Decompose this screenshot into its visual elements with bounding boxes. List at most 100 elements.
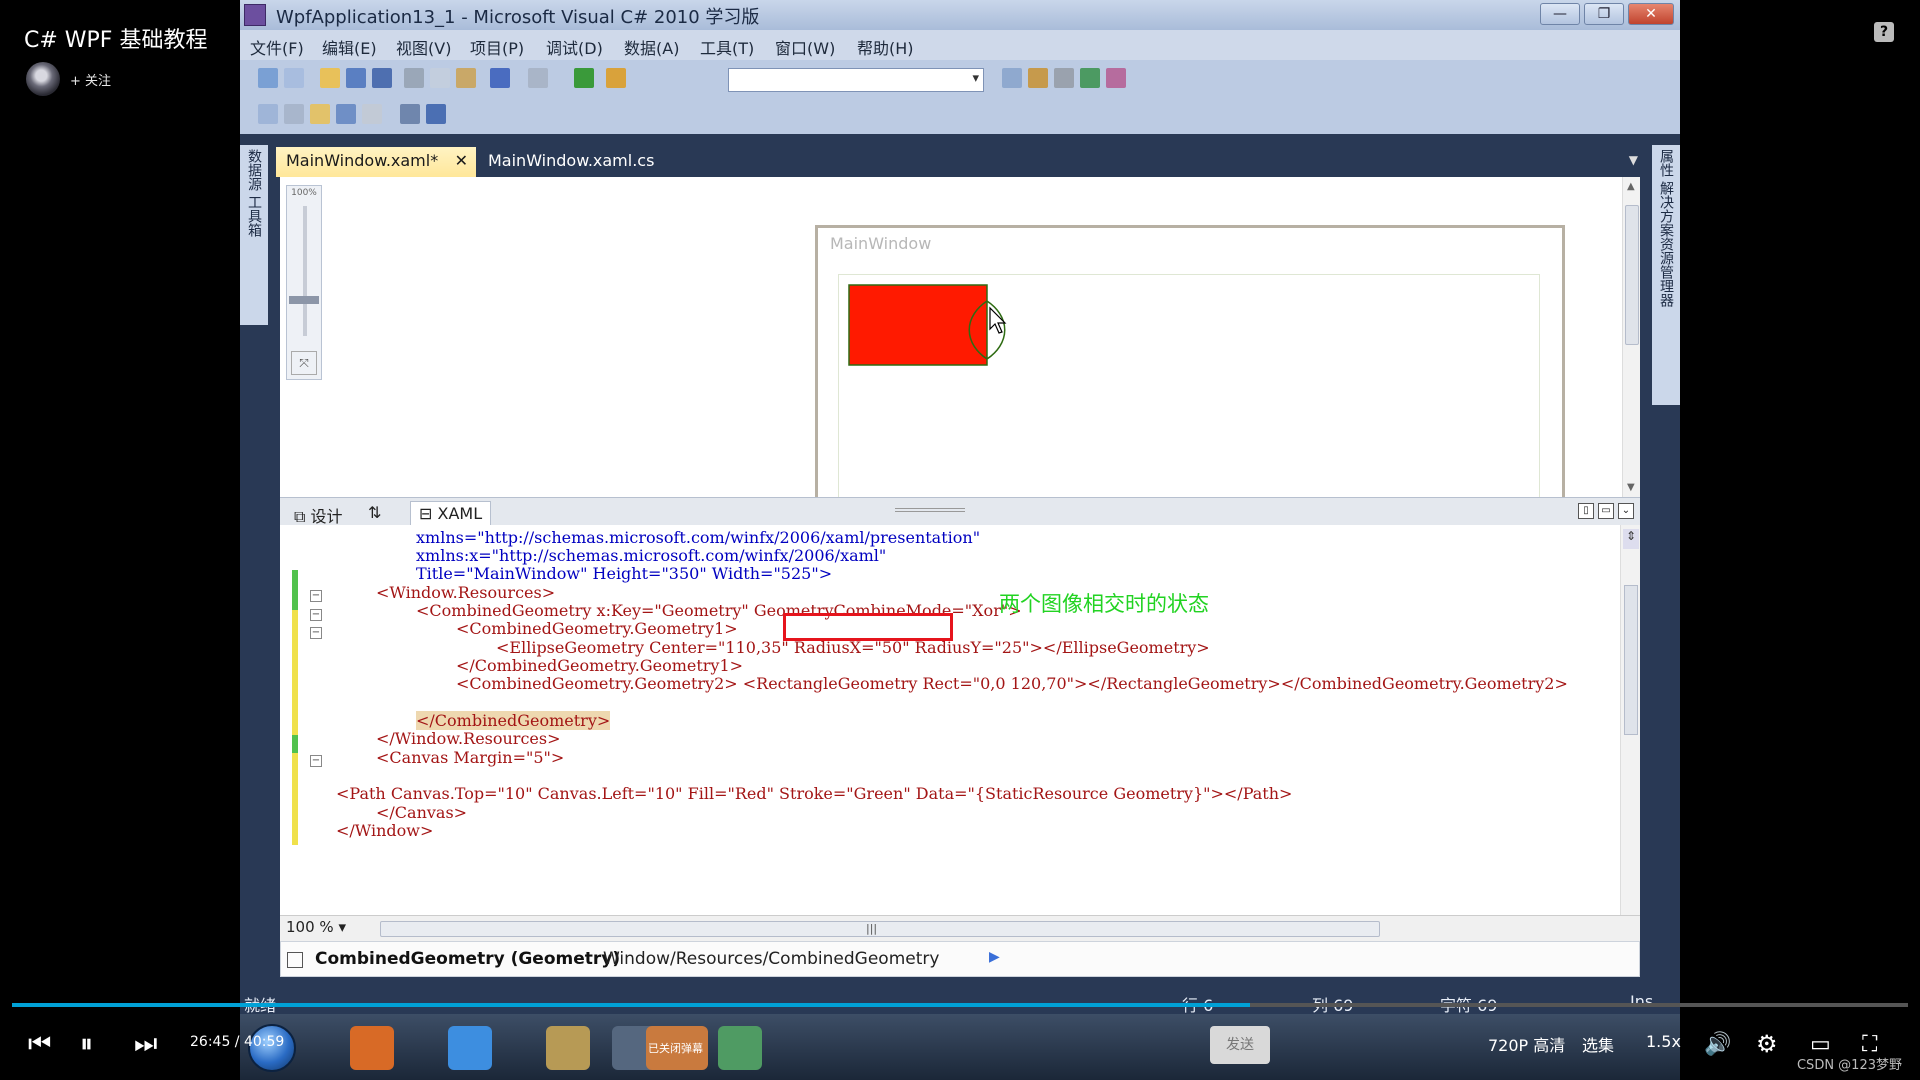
start-page-icon[interactable]: [1080, 68, 1100, 88]
data-sources-tab[interactable]: 数据源: [244, 149, 264, 191]
code-line[interactable]: <Window.Resources>: [376, 583, 555, 602]
designer-vertical-scrollbar[interactable]: ▲ ▼: [1622, 177, 1640, 497]
menu-tools[interactable]: 工具(T): [700, 35, 754, 59]
restore-button[interactable]: ❐: [1584, 3, 1624, 25]
solution-explorer-tab[interactable]: 解决方案资源管理器: [1656, 181, 1676, 307]
code-line[interactable]: </CombinedGeometry>: [416, 711, 611, 730]
internet-explorer-icon[interactable]: [448, 1026, 492, 1070]
help-icon[interactable]: ?: [1874, 22, 1894, 42]
code-line[interactable]: xmlns="http://schemas.microsoft.com/winf…: [416, 528, 980, 547]
code-line[interactable]: </Window.Resources>: [376, 729, 561, 748]
new-project-icon[interactable]: [258, 68, 278, 88]
save-icon[interactable]: [346, 68, 366, 88]
chevron-right-icon[interactable]: ▶: [989, 949, 1000, 965]
fit-to-window-icon[interactable]: ⤧: [291, 351, 317, 375]
swap-panes-icon[interactable]: ⇅: [360, 501, 389, 525]
menu-data[interactable]: 数据(A): [624, 35, 679, 59]
code-line[interactable]: <CombinedGeometry.Geometry2> <RectangleG…: [456, 674, 1568, 693]
font-icon[interactable]: [336, 104, 356, 124]
code-line[interactable]: Title="MainWindow" Height="350" Width="5…: [416, 564, 832, 583]
previous-icon[interactable]: ⏮: [28, 1029, 51, 1060]
indent-icon[interactable]: [400, 104, 420, 124]
pause-icon[interactable]: ⏸: [80, 1029, 93, 1060]
cut-icon[interactable]: [404, 68, 424, 88]
avatar[interactable]: [26, 62, 60, 96]
menu-file[interactable]: 文件(F): [250, 35, 304, 59]
undo-icon[interactable]: [490, 68, 510, 88]
canvas-area[interactable]: [838, 274, 1540, 500]
zoom-track[interactable]: [303, 206, 307, 336]
zoom-slider[interactable]: 100% ⤧: [286, 185, 322, 380]
horizontal-split-icon[interactable]: ▭: [1598, 503, 1614, 519]
paste-icon[interactable]: [456, 68, 476, 88]
send-danmaku-button[interactable]: 发送: [1210, 1026, 1270, 1064]
quality-selector[interactable]: 720P 高清: [1488, 1032, 1565, 1056]
follow-button[interactable]: + 关注: [70, 70, 111, 89]
video-progress-bar[interactable]: [12, 1003, 1908, 1007]
danmaku-status[interactable]: 已关闭弹幕: [646, 1026, 708, 1070]
xaml-code-editor[interactable]: − − − − xmlns="http://schemas.microsoft.…: [280, 525, 1640, 915]
collapse-pane-icon[interactable]: ⌄: [1618, 503, 1634, 519]
outdent-icon[interactable]: [426, 104, 446, 124]
code-line[interactable]: <CombinedGeometry.Geometry1>: [456, 619, 738, 638]
menu-view[interactable]: 视图(V): [396, 35, 451, 59]
zoom-thumb[interactable]: [289, 296, 319, 304]
menu-window[interactable]: 窗口(W): [775, 35, 835, 59]
combined-geometry-path[interactable]: [839, 275, 1059, 375]
episodes-button[interactable]: 选集: [1582, 1032, 1614, 1056]
code-line[interactable]: </Window>: [336, 821, 433, 840]
menu-project[interactable]: 项目(P): [470, 35, 524, 59]
media-player-icon[interactable]: [350, 1026, 394, 1070]
solution-explorer-icon[interactable]: [1002, 68, 1022, 88]
tab-mainwindow-xaml[interactable]: MainWindow.xaml* ✕: [276, 147, 476, 177]
xaml-tab[interactable]: ⊟ XAML: [410, 501, 492, 525]
next-icon[interactable]: ⏭: [134, 1029, 157, 1060]
properties-icon[interactable]: [1028, 68, 1048, 88]
code-line[interactable]: xmlns:x="http://schemas.microsoft.com/wi…: [416, 546, 886, 565]
fold-toggle-icon[interactable]: −: [310, 590, 322, 602]
menu-edit[interactable]: 编辑(E): [322, 35, 377, 59]
design-tab[interactable]: ⧉ 设计: [286, 501, 351, 526]
wpf-window-preview[interactable]: MainWindow: [815, 225, 1565, 500]
find-icon[interactable]: [606, 68, 626, 88]
code-line[interactable]: </CombinedGeometry.Geometry1>: [456, 656, 743, 675]
element-path[interactable]: Window/Resources/CombinedGeometry: [603, 949, 939, 969]
layout-icon[interactable]: [258, 104, 278, 124]
close-button[interactable]: ✕: [1628, 3, 1674, 25]
open-icon[interactable]: [320, 68, 340, 88]
visual-csharp-icon[interactable]: [718, 1026, 762, 1070]
toolbox-icon[interactable]: [1054, 68, 1074, 88]
properties-tab[interactable]: 属性: [1656, 149, 1676, 177]
save-all-icon[interactable]: [372, 68, 392, 88]
align-icon[interactable]: [284, 104, 304, 124]
find-combo[interactable]: [728, 68, 984, 92]
fold-toggle-icon[interactable]: −: [310, 755, 322, 767]
tab-mainwindow-xaml-cs[interactable]: MainWindow.xaml.cs: [478, 147, 664, 177]
extension-manager-icon[interactable]: [1106, 68, 1126, 88]
speed-selector[interactable]: 1.5x: [1646, 1032, 1681, 1051]
toolbox-tab[interactable]: 工具箱: [244, 195, 264, 237]
code-line[interactable]: <Canvas Margin="5">: [376, 748, 564, 767]
scroll-grip[interactable]: |||: [866, 922, 877, 935]
code-line[interactable]: </Canvas>: [376, 803, 467, 822]
design-surface[interactable]: 100% ⤧ MainWindow ▲ ▼: [280, 177, 1640, 500]
redo-icon[interactable]: [528, 68, 548, 88]
menu-help[interactable]: 帮助(H): [857, 35, 914, 59]
chevron-down-icon[interactable]: ▼: [1629, 153, 1638, 167]
editor-horizontal-scrollbar[interactable]: |||: [380, 921, 1380, 937]
volume-icon[interactable]: 🔊: [1704, 1032, 1731, 1057]
menu-debug[interactable]: 调试(D): [546, 35, 603, 59]
code-line[interactable]: <Path Canvas.Top="10" Canvas.Left="10" F…: [336, 784, 1292, 803]
explorer-icon[interactable]: [546, 1026, 590, 1070]
paragraph-icon[interactable]: [362, 104, 382, 124]
settings-icon[interactable]: ⚙: [1756, 1030, 1778, 1058]
start-debugging-icon[interactable]: [574, 68, 594, 88]
editor-scroll-thumb[interactable]: [1624, 585, 1638, 735]
fold-toggle-icon[interactable]: −: [310, 609, 322, 621]
pointer-icon[interactable]: [310, 104, 330, 124]
minimize-button[interactable]: —: [1540, 3, 1580, 25]
designer-scroll-thumb[interactable]: [1625, 205, 1639, 345]
split-handle-icon[interactable]: ⇕: [1623, 529, 1639, 549]
editor-vertical-scrollbar[interactable]: ⇕: [1620, 525, 1640, 915]
add-item-icon[interactable]: [284, 68, 304, 88]
